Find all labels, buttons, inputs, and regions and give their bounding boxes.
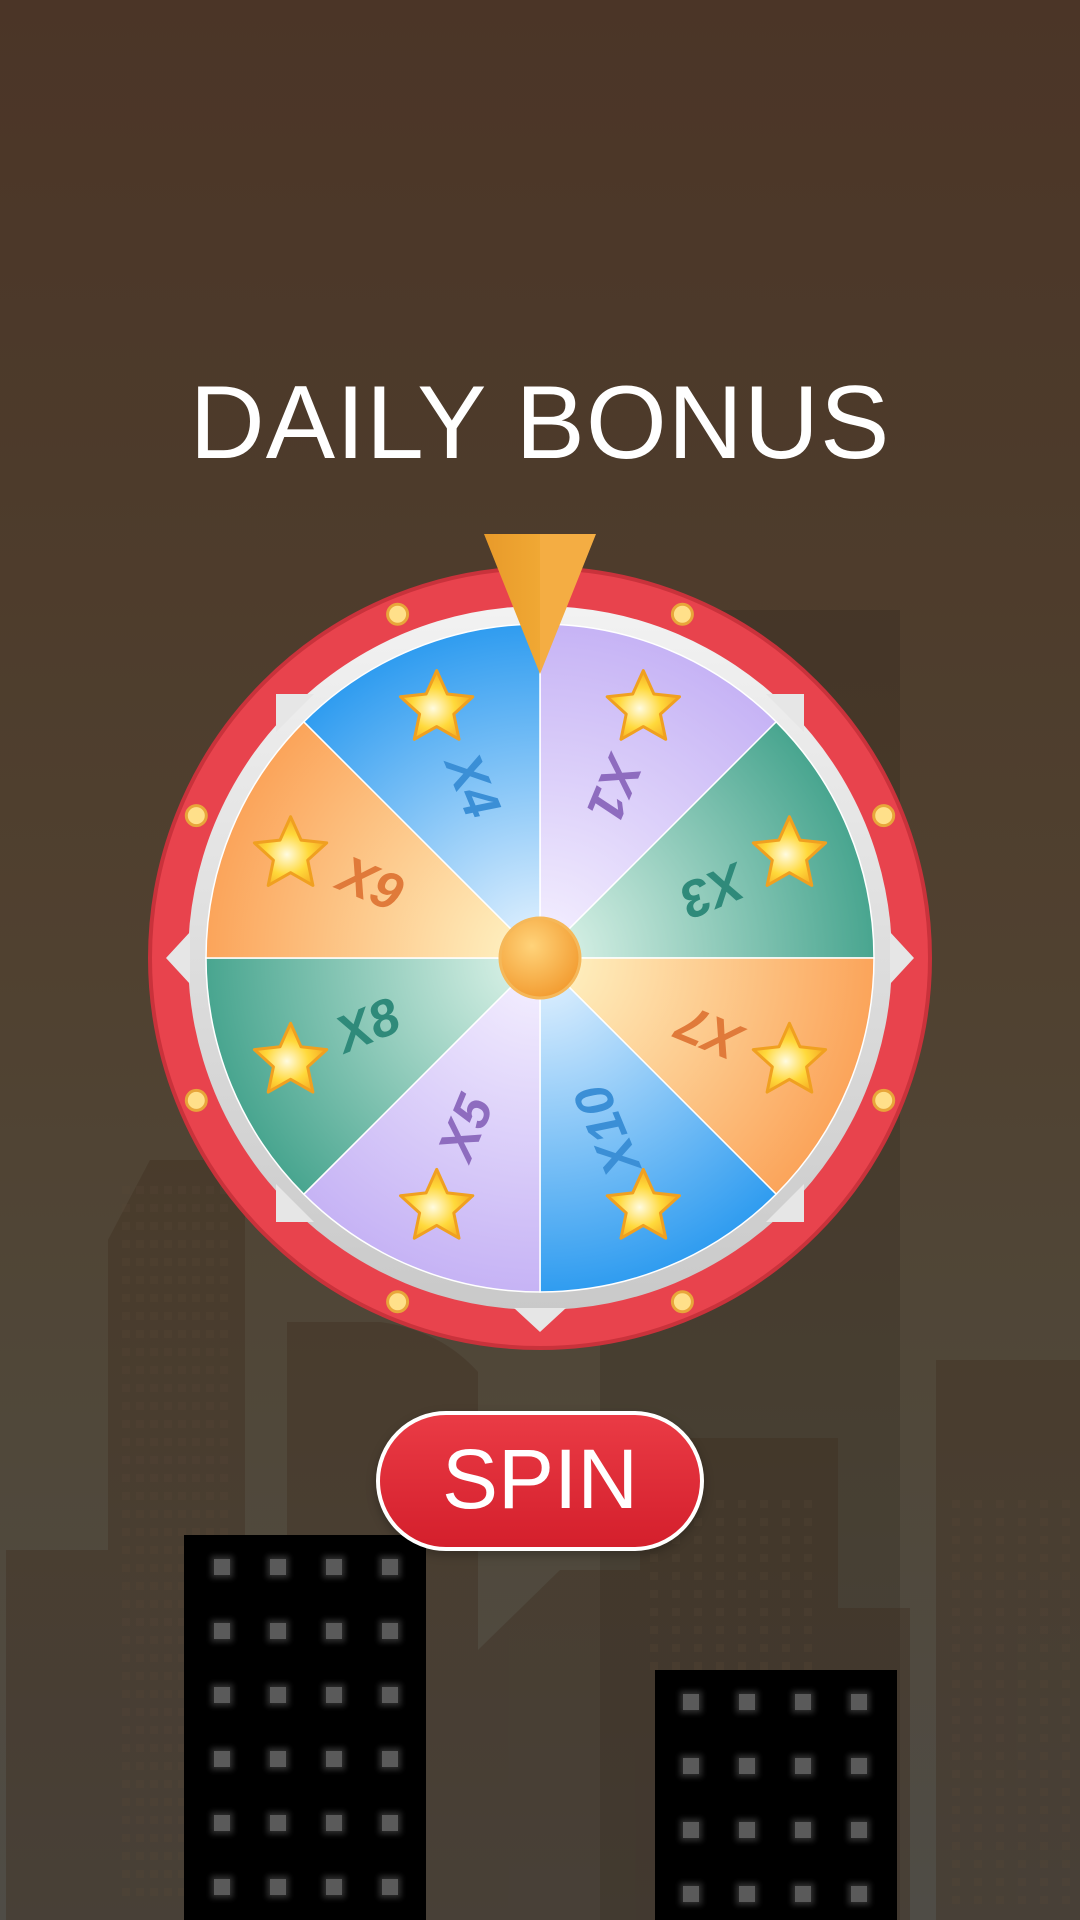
bulb-icon xyxy=(670,1290,694,1314)
spin-button[interactable]: SPIN xyxy=(376,1411,704,1551)
bulb-icon xyxy=(670,602,694,626)
prize-wheel[interactable]: X1X3X7X10X5X8X9X4 xyxy=(0,0,1080,1920)
bulb-icon xyxy=(872,1088,896,1112)
bulb-icon xyxy=(386,602,410,626)
bulb-icon xyxy=(872,804,896,828)
bulb-icon xyxy=(386,1290,410,1314)
bulb-icon xyxy=(184,804,208,828)
wheel-hub xyxy=(498,916,582,1000)
bulb-icon xyxy=(184,1088,208,1112)
